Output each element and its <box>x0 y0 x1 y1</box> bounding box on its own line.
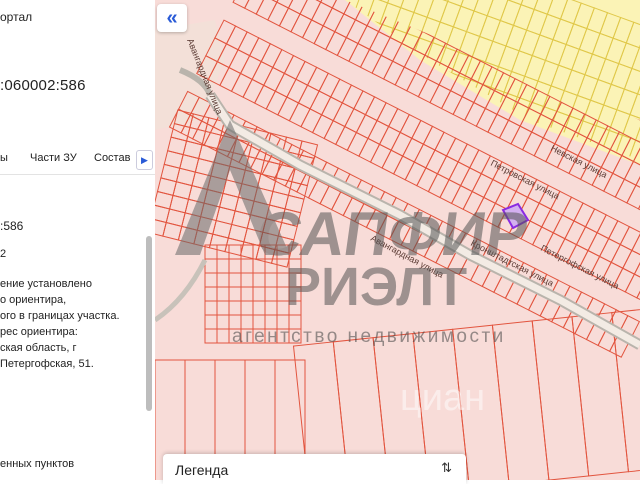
info-panel: ортал :060002:586 ы Части ЗУ Состав ▶ :5… <box>0 0 155 480</box>
info-line: 2 <box>0 248 7 260</box>
watermark-tagline: агентство недвижимости <box>232 326 506 347</box>
tab-main[interactable]: ы <box>0 152 8 164</box>
cadastral-number: :060002:586 <box>0 77 86 94</box>
double-chevron-left-icon: « <box>166 7 178 29</box>
collapse-panel-button[interactable]: « <box>157 4 187 32</box>
cian-watermark: циан <box>400 377 485 419</box>
info-line: ская область, г <box>0 342 77 354</box>
tab-parts[interactable]: Части ЗУ <box>30 152 77 164</box>
info-line: ение установлено <box>0 278 92 290</box>
info-line: :586 <box>0 219 24 233</box>
panel-scrollbar[interactable] <box>146 236 152 411</box>
panel-title: ортал <box>0 10 33 24</box>
info-line: рес ориентира: <box>0 326 78 338</box>
tabs-next-button[interactable]: ▶ <box>136 150 153 170</box>
info-line: о ориентира, <box>0 294 67 306</box>
legend-label: Легенда <box>175 462 229 478</box>
info-line: енных пунктов <box>0 458 75 470</box>
chevron-updown-icon[interactable]: ⇅ <box>441 460 452 476</box>
tab-composition[interactable]: Состав <box>94 152 130 164</box>
tabs-divider <box>0 174 155 175</box>
cadastral-map[interactable]: Авангардная улица Петровская улица Кронш… <box>155 0 640 480</box>
info-line: ого в границах участка. <box>0 310 120 322</box>
info-line: Петергофская, 51. <box>0 358 94 370</box>
chevron-right-icon: ▶ <box>141 154 148 165</box>
watermark-brand-2: РИЭЛТ <box>285 257 467 317</box>
